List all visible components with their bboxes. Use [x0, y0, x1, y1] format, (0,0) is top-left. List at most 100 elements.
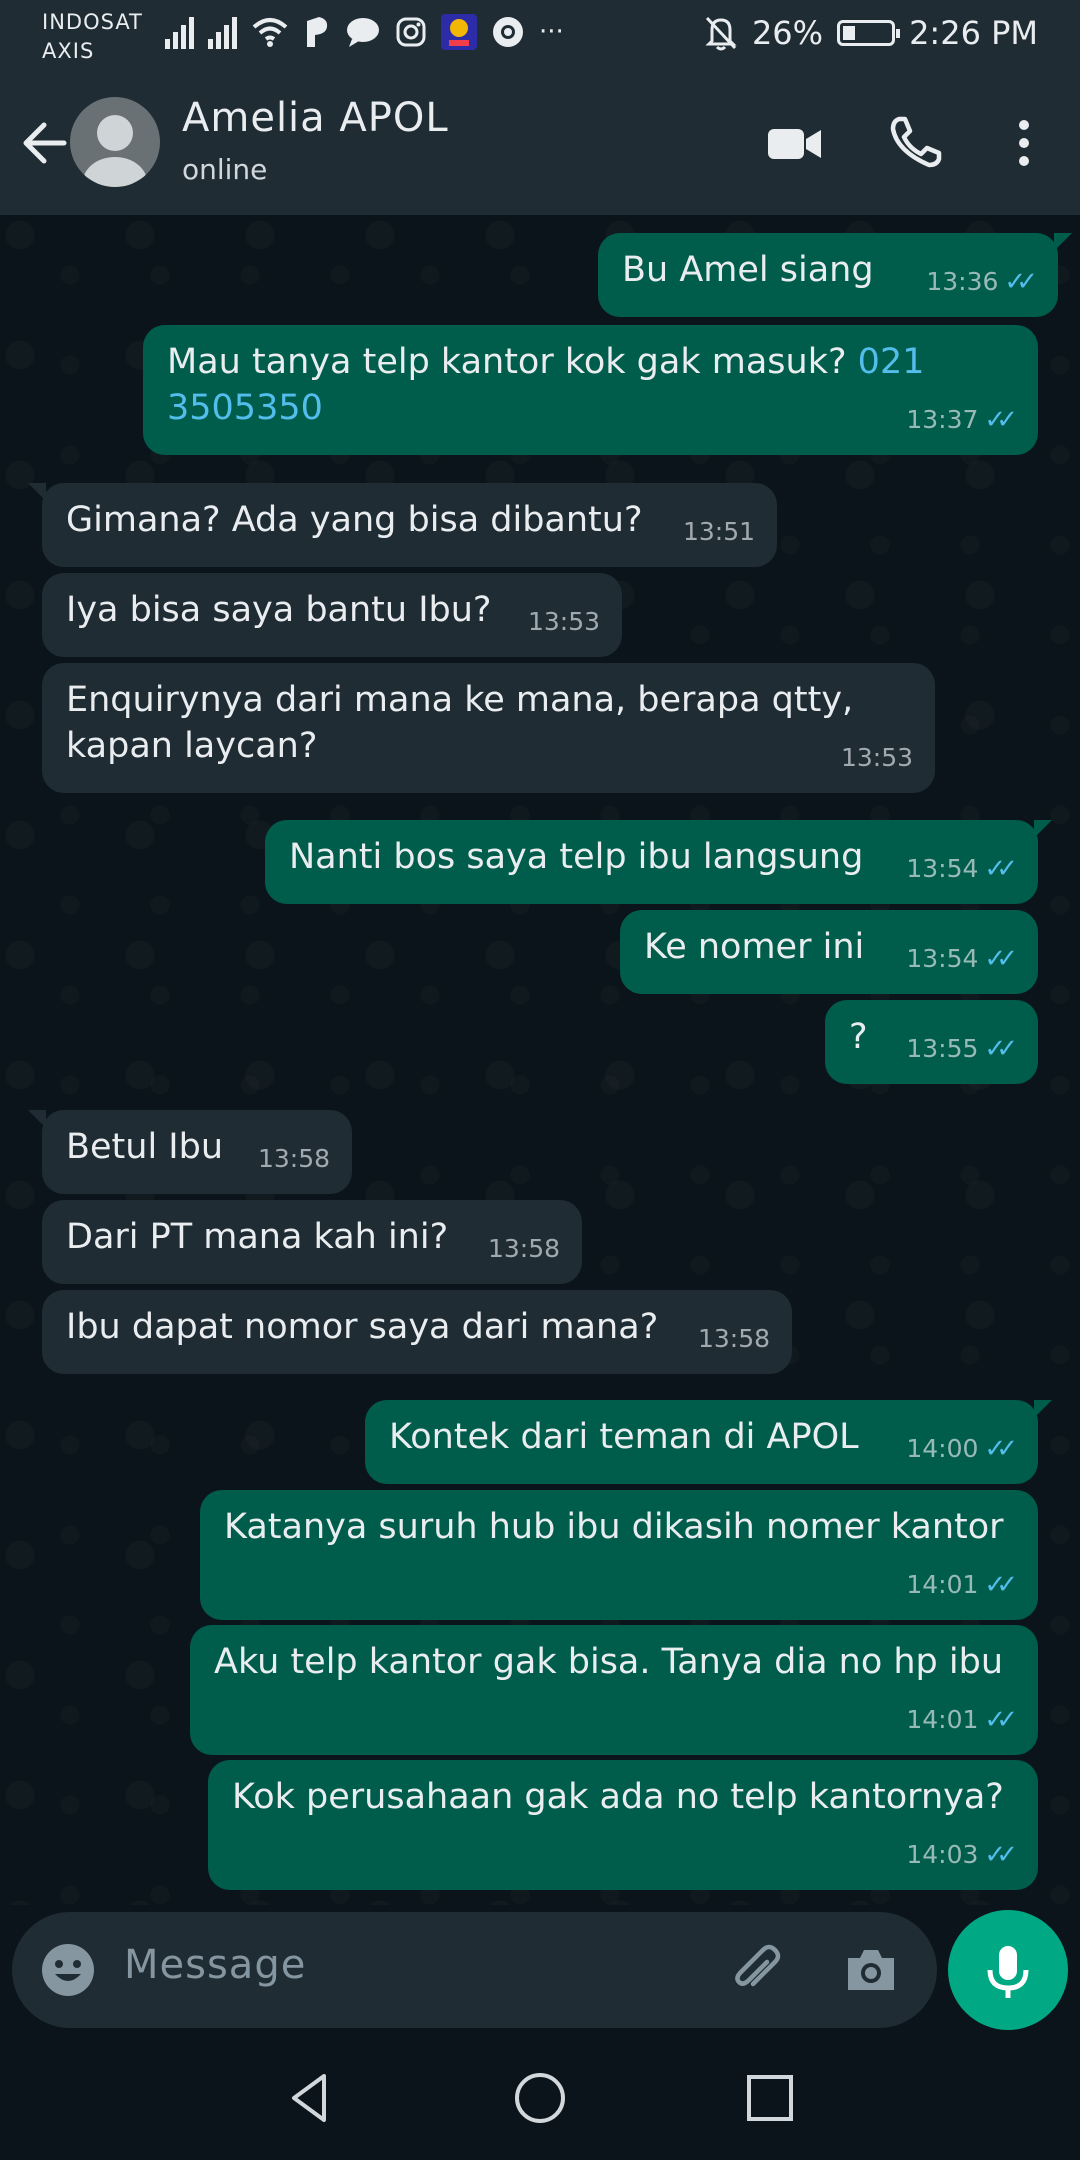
video-call-icon[interactable]: [765, 113, 825, 173]
message-outgoing[interactable]: Aku telp kantor gak bisa. Tanya dia no h…: [190, 1625, 1038, 1755]
message-outgoing[interactable]: Mau tanya telp kantor kok gak masuk? 021…: [143, 325, 1038, 455]
read-ticks-icon: ✓✓: [984, 854, 1017, 884]
message-meta: 13:37 ✓✓: [906, 397, 1017, 443]
message-incoming[interactable]: Ibu dapat nomor saya dari mana? 13:58: [42, 1290, 792, 1374]
message-text: Iya bisa saya bantu Ibu?: [66, 590, 492, 630]
message-meta: 13:58: [698, 1316, 770, 1362]
chrome-icon: [493, 17, 523, 47]
message-text: Ibu dapat nomor saya dari mana?: [66, 1307, 659, 1347]
message-time: 13:54: [906, 944, 979, 973]
chat-bubble-icon: [347, 18, 379, 47]
instagram-icon: [396, 17, 426, 47]
message-time: 13:58: [257, 1144, 330, 1173]
message-time: 13:53: [527, 607, 600, 636]
message-time: 14:00: [906, 1434, 979, 1463]
avatar-head: [97, 115, 133, 151]
message-meta: 13:58: [258, 1136, 330, 1182]
read-ticks-icon: ✓✓: [984, 1840, 1017, 1870]
message-time: 13:58: [697, 1324, 770, 1353]
emoji-icon[interactable]: [40, 1942, 96, 1998]
message-meta: 13:53: [841, 735, 913, 781]
message-time: 13:51: [682, 517, 755, 546]
signal-2-icon: [208, 15, 237, 49]
message-outgoing[interactable]: Kontek dari teman di APOL 14:00 ✓✓: [365, 1400, 1052, 1484]
read-ticks-icon: ✓✓: [984, 1034, 1017, 1064]
voice-call-icon[interactable]: [885, 113, 945, 173]
message-time: 13:53: [840, 743, 913, 772]
battery-percent: 26%: [751, 14, 824, 52]
chat-header: Amelia APOL online: [0, 75, 1080, 215]
whatsapp-chat-screen: INDOSAT AXIS ··· 26% 2:26 PM Amelia APOL…: [0, 0, 1080, 2160]
message-meta: 13:54 ✓✓: [906, 846, 1017, 892]
message-incoming[interactable]: Dari PT mana kah ini? 13:58: [42, 1200, 582, 1284]
message-meta: 13:36 ✓✓: [926, 259, 1037, 305]
read-ticks-icon: ✓✓: [984, 1570, 1017, 1600]
message-text: Dari PT mana kah ini?: [66, 1217, 449, 1257]
nav-recents-icon[interactable]: [740, 2068, 800, 2128]
battery-fill: [843, 26, 856, 40]
message-time: 13:54: [906, 854, 979, 883]
read-ticks-icon: ✓✓: [984, 1434, 1017, 1464]
message-incoming[interactable]: Enquirynya dari mana ke mana, berapa qtt…: [42, 663, 935, 793]
message-meta: 14:03 ✓✓: [906, 1832, 1017, 1878]
clock: 2:26 PM: [909, 14, 1038, 52]
microphone-icon: [987, 1946, 1029, 1998]
message-outgoing[interactable]: Nanti bos saya telp ibu langsung 13:54 ✓✓: [265, 820, 1052, 904]
wifi-icon: [252, 18, 288, 47]
message-text: Mau tanya telp kantor kok gak masuk?: [167, 342, 858, 382]
message-text: Betul Ibu: [66, 1127, 224, 1167]
message-text: Katanya suruh hub ibu dikasih nomer kant…: [224, 1507, 1004, 1547]
carrier-line-2: AXIS: [42, 39, 95, 63]
contact-name[interactable]: Amelia APOL: [182, 95, 449, 141]
message-outgoing[interactable]: Ke nomer ini 13:54 ✓✓: [620, 910, 1038, 994]
lazada-app-icon: [441, 14, 477, 50]
read-ticks-icon: ✓✓: [984, 405, 1017, 435]
message-composer: Message: [12, 1912, 937, 2028]
voice-message-button[interactable]: [948, 1910, 1068, 2030]
message-meta: 13:54 ✓✓: [906, 936, 1017, 982]
status-bar: INDOSAT AXIS ··· 26% 2:26 PM: [0, 0, 1080, 75]
back-arrow-icon[interactable]: [20, 113, 70, 173]
message-incoming[interactable]: Gimana? Ada yang bisa dibantu? 13:51: [28, 483, 777, 567]
attach-icon[interactable]: [727, 1940, 787, 2000]
carrier-line-1: INDOSAT: [42, 10, 143, 34]
message-text: Ke nomer ini: [644, 927, 865, 967]
message-text: Gimana? Ada yang bisa dibantu?: [66, 500, 643, 540]
status-icons-left: ···: [165, 14, 564, 50]
system-nav-bar: [0, 2040, 1080, 2160]
message-text: Kok perusahaan gak ada no telp kantornya…: [232, 1777, 1004, 1817]
message-input[interactable]: Message: [124, 1942, 306, 1988]
message-incoming[interactable]: Iya bisa saya bantu Ibu? 13:53: [42, 573, 622, 657]
contact-avatar[interactable]: [70, 97, 160, 187]
mute-bell-icon: [705, 16, 737, 51]
signal-icon: [165, 15, 194, 49]
message-meta: 13:51: [683, 509, 755, 555]
message-meta: 14:01 ✓✓: [906, 1562, 1017, 1608]
message-outgoing[interactable]: Kok perusahaan gak ada no telp kantornya…: [208, 1760, 1038, 1890]
message-outgoing[interactable]: ? 13:55 ✓✓: [825, 1000, 1038, 1084]
message-text: Aku telp kantor gak bisa. Tanya dia no h…: [214, 1642, 1004, 1682]
p-app-icon: [307, 17, 328, 47]
read-ticks-icon: ✓✓: [1004, 267, 1037, 297]
message-text: Bu Amel siang: [622, 250, 874, 290]
carrier-label: INDOSAT AXIS: [42, 8, 143, 66]
nav-home-icon[interactable]: [510, 2068, 570, 2128]
more-options-icon[interactable]: [994, 113, 1054, 173]
message-meta: 13:53: [528, 599, 600, 645]
avatar-body: [83, 157, 147, 187]
message-meta: 13:58: [488, 1226, 560, 1272]
message-meta: 13:55 ✓✓: [906, 1026, 1017, 1072]
message-outgoing[interactable]: Katanya suruh hub ibu dikasih nomer kant…: [200, 1490, 1038, 1620]
contact-status: online: [182, 153, 268, 186]
message-text: ?: [849, 1017, 868, 1057]
message-time: 13:58: [487, 1234, 560, 1263]
read-ticks-icon: ✓✓: [984, 944, 1017, 974]
more-notifications-icon: ···: [539, 17, 564, 47]
message-time: 14:01: [906, 1570, 979, 1599]
nav-back-icon[interactable]: [280, 2068, 340, 2128]
message-outgoing[interactable]: Bu Amel siang 13:36 ✓✓: [598, 233, 1072, 317]
message-incoming[interactable]: Betul Ibu 13:58: [28, 1110, 352, 1194]
message-time: 14:03: [906, 1840, 979, 1869]
message-time: 13:55: [906, 1034, 979, 1063]
camera-icon[interactable]: [842, 1942, 900, 1998]
